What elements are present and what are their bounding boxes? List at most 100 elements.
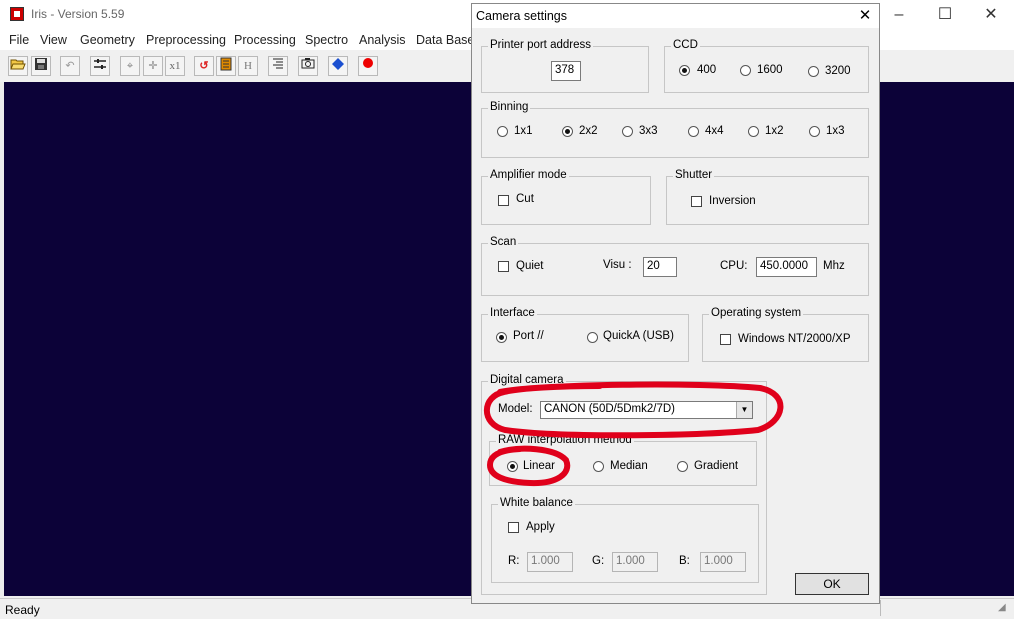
menu-spectro[interactable]: Spectro <box>305 33 348 47</box>
raw-radio-gradient[interactable] <box>677 461 688 472</box>
wb-g-input[interactable]: 1.000 <box>612 552 658 572</box>
list-icon[interactable] <box>216 56 236 76</box>
interface-label: Interface <box>488 307 537 319</box>
binning-label-1x3: 1x3 <box>826 125 845 137</box>
image-canvas[interactable] <box>4 82 472 596</box>
menu-file[interactable]: File <box>9 33 29 47</box>
binning-label: Binning <box>488 101 531 113</box>
wb-g-label: G: <box>592 555 605 567</box>
blue-diamond-icon[interactable] <box>328 56 348 76</box>
binning-radio-4x4[interactable] <box>688 126 699 137</box>
cut-label: Cut <box>516 193 534 205</box>
app-icon <box>10 7 24 21</box>
move-icon[interactable]: ✛ <box>143 56 163 76</box>
model-select-value: CANON (50D/5Dmk2/7D) <box>544 403 675 415</box>
raw-label-median: Median <box>610 460 648 472</box>
binning-radio-1x3[interactable] <box>809 126 820 137</box>
image-canvas-right[interactable] <box>880 82 1014 596</box>
scan-label: Scan <box>488 236 519 248</box>
interface-radio-port[interactable] <box>496 332 507 343</box>
app-title: Iris - Version 5.59 <box>31 7 125 21</box>
raw-interp-label: RAW interpolation method <box>496 434 634 446</box>
ccd-label-3200: 3200 <box>825 65 851 77</box>
wb-b-label: B: <box>679 555 690 567</box>
ccd-radio-1600[interactable] <box>740 65 751 76</box>
cpu-label: CPU: <box>720 260 748 272</box>
printer-port-input[interactable]: 378 <box>551 61 581 81</box>
visu-input[interactable]: 20 <box>643 257 677 277</box>
status-cell <box>880 600 881 616</box>
threshold-icon[interactable] <box>268 56 288 76</box>
chevron-down-icon[interactable]: ▼ <box>736 402 752 418</box>
interface-label-port: Port // <box>513 330 544 342</box>
binning-label-1x2: 1x2 <box>765 125 784 137</box>
raw-radio-linear[interactable] <box>507 461 518 472</box>
ccd-label-1600: 1600 <box>757 64 783 76</box>
windows-label: Windows NT/2000/XP <box>738 333 851 345</box>
maximize-button[interactable]: ☐ <box>922 4 968 26</box>
wb-b-input[interactable]: 1.000 <box>700 552 746 572</box>
binning-label-1x1: 1x1 <box>514 125 533 137</box>
white-balance-label: White balance <box>498 497 575 509</box>
menu-view[interactable]: View <box>40 33 67 47</box>
ccd-label-400: 400 <box>697 64 717 76</box>
quiet-label: Quiet <box>516 260 544 272</box>
undo-icon[interactable]: ↶ <box>60 56 80 76</box>
resize-grip-icon[interactable]: ◢ <box>998 602 1006 613</box>
digital-camera-label: Digital camera <box>488 374 566 386</box>
wb-r-label: R: <box>508 555 520 567</box>
binning-radio-1x2[interactable] <box>748 126 759 137</box>
dialog-close-button[interactable]: ✕ <box>853 6 877 26</box>
raw-radio-median[interactable] <box>593 461 604 472</box>
binning-label-3x3: 3x3 <box>639 125 658 137</box>
record-icon[interactable] <box>358 56 378 76</box>
binning-radio-1x1[interactable] <box>497 126 508 137</box>
menu-processing[interactable]: Processing <box>234 33 296 47</box>
model-label: Model: <box>498 403 533 415</box>
target-icon[interactable]: ⌖ <box>120 56 140 76</box>
menu-preprocessing[interactable]: Preprocessing <box>146 33 226 47</box>
status-text: Ready <box>5 603 40 617</box>
open-icon[interactable] <box>8 56 28 76</box>
visu-label: Visu : <box>603 259 632 271</box>
wb-r-input[interactable]: 1.000 <box>527 552 573 572</box>
binning-label-4x4: 4x4 <box>705 125 724 137</box>
binning-radio-3x3[interactable] <box>622 126 633 137</box>
apply-checkbox[interactable] <box>508 522 519 533</box>
apply-label: Apply <box>526 521 555 533</box>
settings-icon[interactable] <box>90 56 110 76</box>
model-select[interactable]: CANON (50D/5Dmk2/7D) ▼ <box>540 401 753 419</box>
ok-button[interactable]: OK <box>795 573 869 595</box>
ccd-radio-400[interactable] <box>679 65 690 76</box>
h-icon[interactable]: H <box>238 56 258 76</box>
refresh-icon[interactable]: ↺ <box>194 56 214 76</box>
amplifier-label: Amplifier mode <box>488 169 569 181</box>
cpu-input[interactable]: 450.0000 <box>756 257 817 277</box>
dialog-title: Camera settings <box>476 9 568 23</box>
ccd-radio-3200[interactable] <box>808 66 819 77</box>
inversion-checkbox[interactable] <box>691 196 702 207</box>
cpu-unit: Mhz <box>823 260 845 272</box>
binning-radio-2x2[interactable] <box>562 126 573 137</box>
menu-database[interactable]: Data Base <box>416 33 474 47</box>
interface-label-quicka: QuickA (USB) <box>603 330 674 342</box>
printer-port-label: Printer port address <box>488 39 593 51</box>
menu-analysis[interactable]: Analysis <box>359 33 406 47</box>
x1-icon[interactable]: x1 <box>165 56 185 76</box>
cut-checkbox[interactable] <box>498 195 509 206</box>
quiet-checkbox[interactable] <box>498 261 509 272</box>
binning-label-2x2: 2x2 <box>579 125 598 137</box>
close-button[interactable]: ✕ <box>968 4 1014 26</box>
ccd-label: CCD <box>671 39 700 51</box>
minimize-button[interactable]: – <box>876 4 922 26</box>
save-icon[interactable] <box>31 56 51 76</box>
inversion-label: Inversion <box>709 195 756 207</box>
shutter-label: Shutter <box>673 169 715 181</box>
camera-icon[interactable] <box>298 56 318 76</box>
menu-geometry[interactable]: Geometry <box>80 33 135 47</box>
windows-checkbox[interactable] <box>720 334 731 345</box>
os-label: Operating system <box>709 307 804 319</box>
raw-label-gradient: Gradient <box>694 460 739 472</box>
interface-radio-quicka[interactable] <box>587 332 598 343</box>
raw-label-linear: Linear <box>523 460 555 472</box>
